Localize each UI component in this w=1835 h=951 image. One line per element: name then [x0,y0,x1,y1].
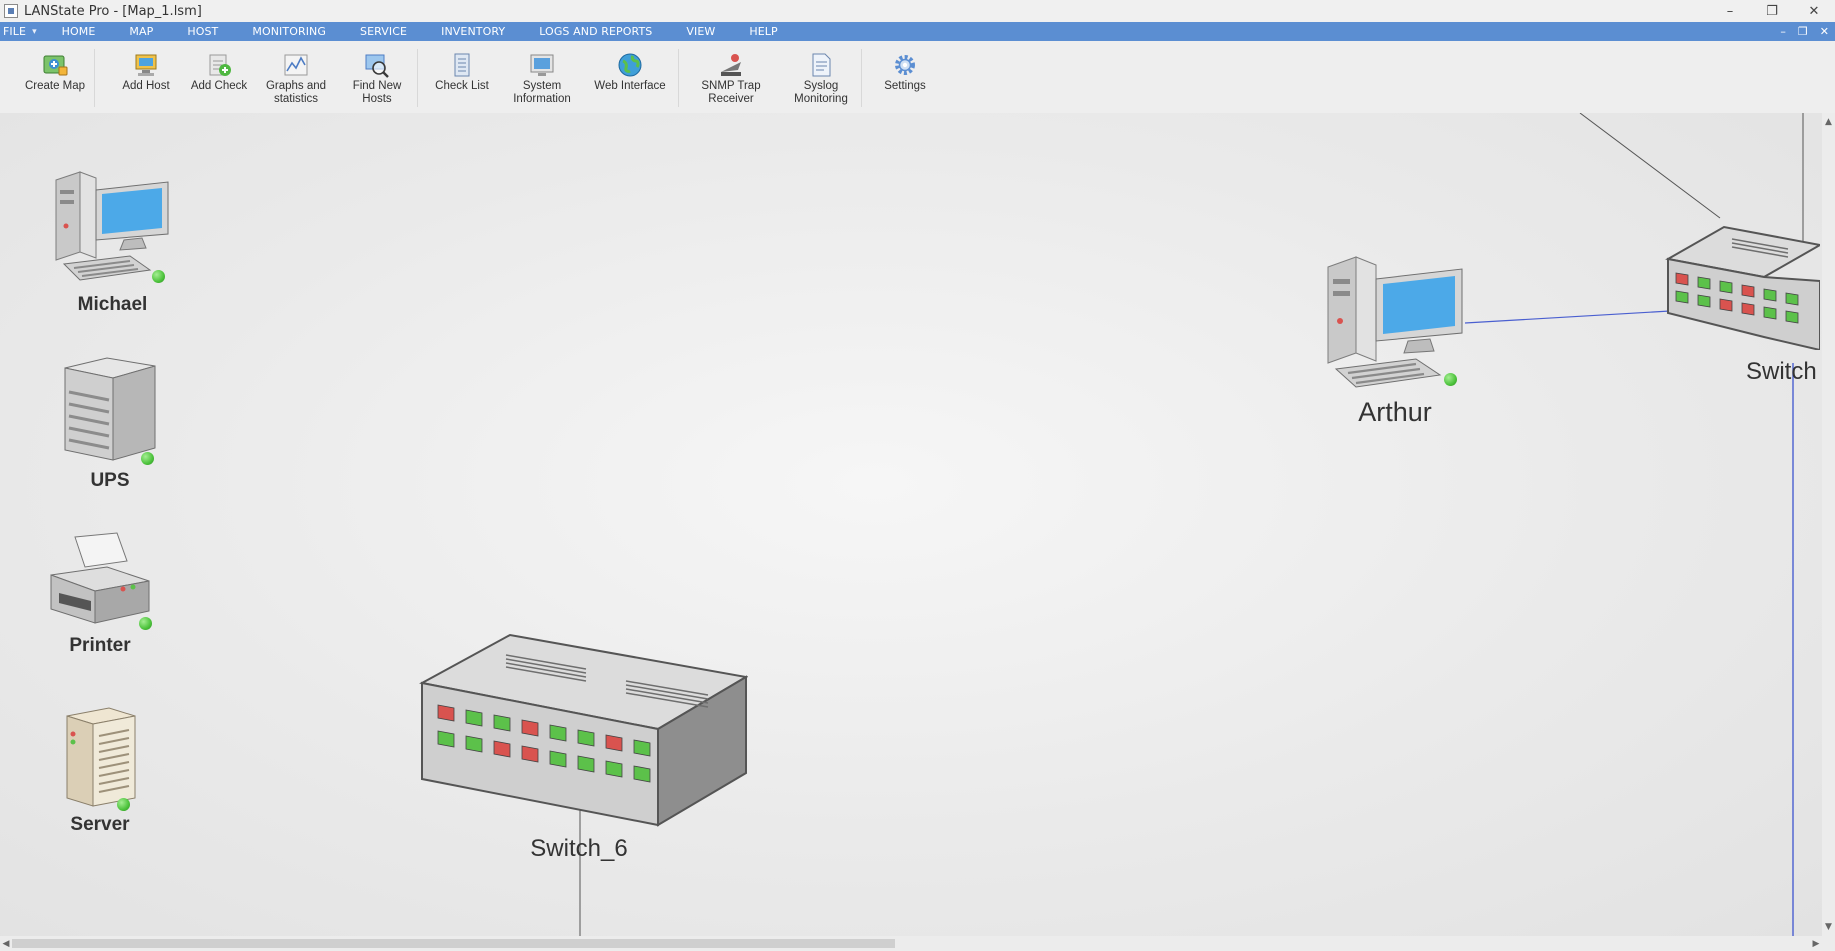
mdi-minimize-button[interactable]: – [1780,25,1786,38]
system-information-button[interactable]: System Information [502,41,582,106]
graphs-and-statistics-label: Graphs and statistics [265,80,327,105]
check-list-button[interactable]: Check List [422,41,502,93]
host-label: Printer [69,635,131,656]
menu-bar: FILE ▾ HOME MAP HOST MONITORING SERVICE … [0,22,1835,41]
create-map-label: Create Map [24,80,86,92]
mdi-restore-button[interactable]: ❐ [1798,25,1808,38]
scroll-right-icon[interactable]: ▶ [1810,936,1822,951]
host-label: UPS [90,470,130,491]
add-check-button[interactable]: Add Check [183,41,255,93]
scrollbar-corner [1822,936,1835,951]
web-interface-button[interactable]: Web Interface [582,41,678,93]
switch-icon [418,633,749,837]
vertical-scrollbar[interactable]: ▲ ▼ [1822,113,1835,936]
settings-button[interactable]: Settings [862,41,948,93]
host-server[interactable]: Server [55,706,145,836]
ribbon-separator [94,49,95,107]
find-new-hosts-label: Find New Hosts [352,80,402,105]
add-host-label: Add Host [122,80,170,92]
syslog-monitoring-button[interactable]: Syslog Monitoring [781,41,861,106]
host-label: Server [70,814,130,835]
snmp-trap-receiver-label: SNMP Trap Receiver [701,80,761,105]
menu-home[interactable]: HOME [45,25,113,38]
host-switch-6[interactable]: Switch_6 [418,633,749,863]
add-check-icon [204,51,234,79]
close-button[interactable]: ✕ [1793,0,1835,22]
system-information-label: System Information [513,80,571,105]
title-bar: LANState Pro - [Map_1.lsm] – ❐ ✕ [0,0,1835,22]
host-label: Arthur [1358,397,1432,427]
host-arthur[interactable]: Arthur [1320,253,1470,428]
menu-logs-and-reports[interactable]: LOGS AND REPORTS [522,25,669,38]
syslog-icon [806,51,836,79]
create-map-button[interactable]: Create Map [16,41,94,93]
link-line [1464,310,1671,324]
host-switch[interactable]: Switch [1660,225,1822,386]
network-map-canvas[interactable]: Michael UPS Printer Server Switch_6 Arth… [0,113,1822,936]
graphs-and-statistics-button[interactable]: Graphs and statistics [255,41,337,106]
printer-icon [45,531,155,635]
mdi-controls: – ❐ ✕ [1780,22,1829,41]
ribbon-separator [678,49,679,107]
system-info-icon [527,51,557,79]
host-label: Switch [1746,358,1817,385]
scroll-left-icon[interactable]: ◀ [0,936,12,951]
status-online-indicator [141,452,154,465]
graphs-icon [281,51,311,79]
link-line [1579,113,1721,219]
check-list-label: Check List [435,80,489,92]
scroll-up-icon[interactable]: ▲ [1822,115,1835,129]
app-window: LANState Pro - [Map_1.lsm] – ❐ ✕ FILE ▾ … [0,0,1835,951]
minimize-button[interactable]: – [1709,0,1751,22]
settings-label: Settings [884,80,926,92]
scroll-down-icon[interactable]: ▼ [1822,920,1835,934]
menu-file-dropdown-icon[interactable]: ▾ [32,27,37,37]
find-new-hosts-button[interactable]: Find New Hosts [337,41,417,106]
menu-view[interactable]: VIEW [669,25,732,38]
create-map-icon [40,51,70,79]
find-hosts-icon [362,51,392,79]
switch-icon [1660,225,1822,354]
add-host-icon [131,51,161,79]
horizontal-scroll-thumb[interactable] [12,939,895,948]
status-online-indicator [1444,373,1457,386]
gear-icon [890,51,920,79]
menu-file[interactable]: FILE [0,25,32,38]
menu-monitoring[interactable]: MONITORING [235,25,343,38]
host-ups[interactable]: UPS [55,356,165,492]
host-label: Michael [77,294,148,315]
globe-icon [615,51,645,79]
web-interface-label: Web Interface [594,80,666,92]
horizontal-scrollbar[interactable]: ◀ ▶ [0,936,1822,951]
syslog-monitoring-label: Syslog Monitoring [794,80,848,105]
snmp-trap-icon [716,51,746,79]
menu-host[interactable]: HOST [170,25,235,38]
restore-button[interactable]: ❐ [1751,0,1793,22]
status-online-indicator [152,270,165,283]
menu-service[interactable]: SERVICE [343,25,424,38]
add-check-label: Add Check [190,80,248,92]
status-online-indicator [117,798,130,811]
check-list-icon [447,51,477,79]
add-host-button[interactable]: Add Host [109,41,183,93]
snmp-trap-receiver-button[interactable]: SNMP Trap Receiver [681,41,781,106]
window-controls: – ❐ ✕ [1709,0,1835,22]
ribbon-separator [417,49,418,107]
server-icon [55,706,145,814]
map-links [579,113,1804,936]
ribbon-toolbar: Create Map Add Host Add Check Graphs and… [0,41,1835,113]
host-label: Switch_6 [530,835,628,862]
menu-map[interactable]: MAP [112,25,170,38]
host-printer[interactable]: Printer [45,531,155,657]
menu-inventory[interactable]: INVENTORY [424,25,522,38]
menu-help[interactable]: HELP [732,25,794,38]
window-title: LANState Pro - [Map_1.lsm] [24,3,202,19]
host-michael[interactable]: Michael [50,168,175,316]
app-icon [4,4,18,18]
mdi-close-button[interactable]: ✕ [1820,25,1829,38]
status-online-indicator [139,617,152,630]
